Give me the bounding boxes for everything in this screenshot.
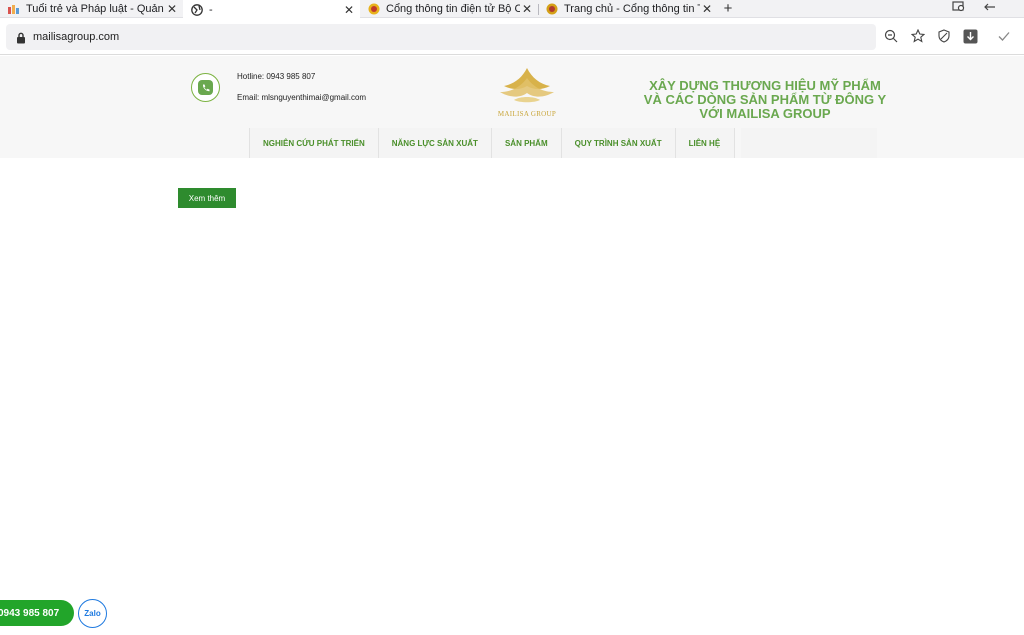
url-field[interactable]: mailisagroup.com (6, 24, 876, 50)
zalo-label: Zalo (84, 609, 101, 618)
tab-close-icon[interactable]: ✕ (165, 2, 179, 16)
tab-tuoi-tre[interactable]: Tuổi trẻ và Pháp luật - Quản ✕ (0, 0, 183, 18)
emblem-favicon-icon (546, 3, 558, 15)
nav-tail (741, 128, 877, 158)
globe-icon (191, 3, 203, 16)
tab-trang-chu[interactable]: Trang chủ - Cổng thông tin T ✕ (538, 0, 718, 18)
tab-title: Cổng thông tin điện tử Bộ Cô (386, 3, 520, 15)
star-icon[interactable] (910, 28, 927, 45)
nav-item-products[interactable]: SẢN PHẨM (490, 128, 561, 158)
site-header: Hotline: 0943 985 807 Email: mlsnguyenth… (0, 56, 1024, 158)
emblem-favicon-icon (368, 3, 380, 15)
newspaper-favicon-icon (8, 3, 20, 15)
floating-phone-number: 0943 985 807 (0, 607, 60, 619)
nav-item-contact[interactable]: LIÊN HỆ (674, 128, 735, 158)
shield-icon[interactable] (937, 29, 953, 45)
back-arrow-icon[interactable] (982, 1, 998, 17)
url-text: mailisagroup.com (33, 31, 120, 43)
tab-strip: Tuổi trẻ và Pháp luật - Quản ✕ - ✕ Cổng … (0, 0, 1024, 19)
tab-bo-cong-an[interactable]: Cổng thông tin điện tử Bộ Cô ✕ (360, 0, 538, 18)
nav-item-process[interactable]: QUY TRÌNH SẢN XUẤT (560, 128, 675, 158)
new-tab-button[interactable]: + (720, 0, 736, 18)
floating-phone-button[interactable]: 0943 985 807 (0, 600, 74, 626)
phone-icon[interactable] (191, 73, 220, 102)
email-text: Email: mlsnguyenthimai@gmail.com (237, 93, 367, 102)
tab-close-icon[interactable]: ✕ (342, 3, 356, 17)
main-nav: NGHIÊN CỨU PHÁT TRIỂN NĂNG LỰC SẢN XUẤT … (249, 128, 735, 158)
download-icon[interactable] (963, 29, 979, 45)
tab-title: - (209, 3, 213, 16)
tab-search-icon[interactable] (951, 1, 967, 17)
checkmark-icon[interactable] (997, 29, 1013, 45)
hotline-text: Hotline: 0943 985 807 (237, 72, 316, 81)
tab-close-icon[interactable]: ✕ (700, 2, 714, 16)
lock-icon (16, 31, 26, 49)
tab-mailisa[interactable]: - ✕ (183, 0, 360, 19)
tab-title: Trang chủ - Cổng thông tin T (564, 3, 700, 15)
nav-item-research[interactable]: NGHIÊN CỨU PHÁT TRIỂN (249, 128, 378, 158)
zoom-out-icon[interactable] (884, 29, 900, 45)
address-bar: mailisagroup.com (0, 19, 1024, 55)
tab-title: Tuổi trẻ và Pháp luật - Quản (26, 3, 164, 15)
slogan: XÂY DỰNG THƯƠNG HIỆU MỸ PHẨM VÀ CÁC DÒNG… (643, 78, 887, 121)
logo-text: MAILISA GROUP (497, 110, 557, 118)
zalo-button[interactable]: Zalo (78, 599, 107, 628)
nav-item-capacity[interactable]: NĂNG LỰC SẢN XUẤT (377, 128, 491, 158)
tab-close-icon[interactable]: ✕ (520, 2, 534, 16)
see-more-button[interactable]: Xem thêm (178, 188, 236, 208)
